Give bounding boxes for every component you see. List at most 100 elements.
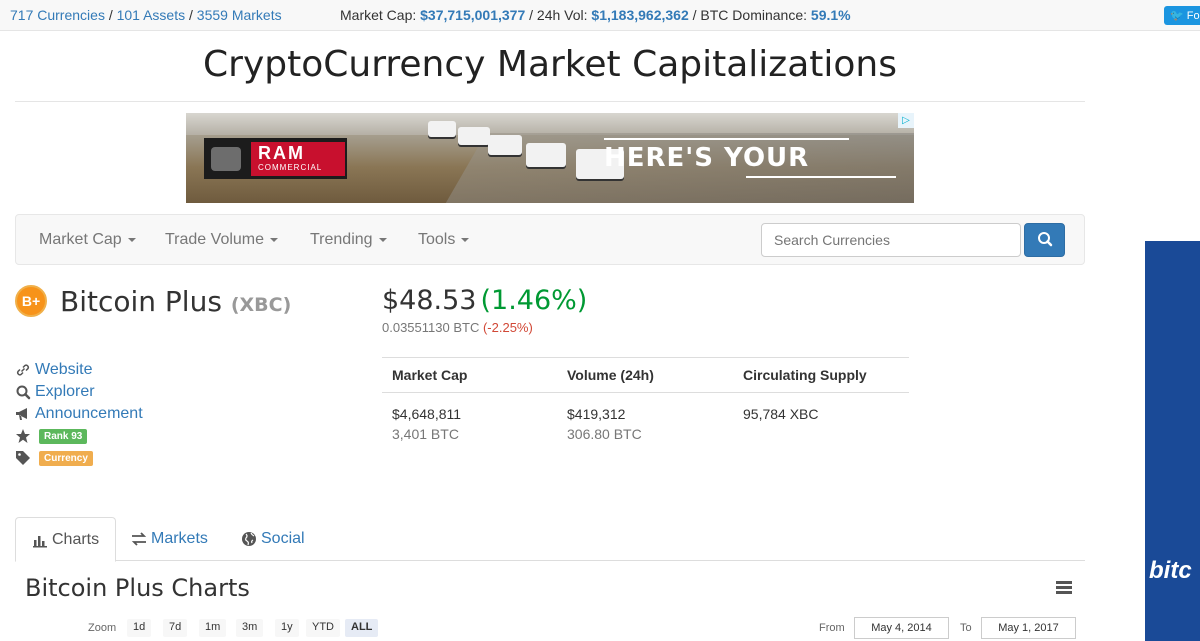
- explorer-row: Explorer: [15, 381, 143, 403]
- side-ad-logo: bitc: [1149, 557, 1192, 584]
- separator: /: [529, 7, 534, 23]
- supply-cell: 95,784 XBC: [733, 397, 909, 442]
- to-label: To: [960, 622, 972, 634]
- search-input[interactable]: [761, 223, 1021, 257]
- ad-headline: HERE'S YOUR: [604, 143, 810, 173]
- circulating-supply: 95,784 XBC: [743, 406, 819, 422]
- market-cap-usd: $4,648,811: [392, 406, 462, 422]
- zoom-label: Zoom: [88, 622, 117, 634]
- volume-label: 24h Vol:: [536, 7, 588, 23]
- coin-name: Bitcoin Plus (XBC): [60, 285, 292, 318]
- coin-stats-table: Market Cap Volume (24h) Circulating Supp…: [382, 357, 909, 442]
- twitter-follow-label: Fo: [1186, 10, 1200, 22]
- volume-btc: 306.80 BTC: [567, 426, 642, 442]
- header-supply: Circulating Supply: [743, 367, 867, 383]
- separator: /: [692, 7, 697, 23]
- nav-market-cap[interactable]: Market Cap: [39, 231, 136, 249]
- assets-link[interactable]: 101 Assets: [117, 7, 186, 23]
- caret-down-icon: [461, 237, 470, 242]
- caret-down-icon: [127, 237, 136, 242]
- currencies-link[interactable]: 717 Currencies: [10, 7, 105, 23]
- main-navbar: Market Cap Trade Volume Trending Tools: [15, 214, 1085, 265]
- ad-truck: [488, 135, 522, 155]
- star-icon: [16, 429, 30, 443]
- search-icon: [1038, 232, 1053, 247]
- exchange-icon: [131, 532, 147, 546]
- from-label: From: [819, 622, 845, 634]
- tab-social[interactable]: Social: [225, 517, 321, 561]
- ad-truck: [526, 143, 566, 167]
- twitter-follow-button[interactable]: 🐦 Fo: [1164, 6, 1200, 25]
- caret-down-icon: [378, 237, 387, 242]
- volume-value: $1,183,962,362: [591, 7, 689, 23]
- volume-usd: $419,312: [567, 406, 626, 422]
- dominance-value: 59.1%: [810, 7, 851, 23]
- zoom-1d-button[interactable]: 1d: [127, 619, 152, 637]
- side-advertisement[interactable]: bitc: [1145, 241, 1200, 641]
- coin-symbol: (XBC): [230, 294, 292, 316]
- market-cap-label: Market Cap:: [340, 7, 417, 23]
- rank-row: Rank 93: [15, 425, 143, 447]
- globe-icon: [242, 532, 256, 546]
- price-usd: $48.53: [382, 285, 477, 316]
- global-stats-bar: 717 Currencies / 101 Assets / 3559 Marke…: [0, 0, 1200, 31]
- zoom-7d-button[interactable]: 7d: [163, 619, 188, 637]
- type-badge: Currency: [39, 450, 93, 466]
- coin-logo: B+: [15, 285, 47, 317]
- bar-chart-icon: [33, 535, 47, 547]
- separator: /: [108, 7, 113, 23]
- tab-markets[interactable]: Markets: [115, 517, 224, 561]
- type-row: Currency: [15, 447, 143, 469]
- nav-trending[interactable]: Trending: [310, 231, 387, 249]
- website-row: Website: [15, 359, 143, 381]
- chart-menu-button[interactable]: [1056, 581, 1072, 596]
- website-link[interactable]: Website: [35, 361, 93, 379]
- header-market-cap: Market Cap: [392, 367, 468, 383]
- ram-logo: RAM COMMERCIAL: [204, 138, 347, 179]
- zoom-all-button[interactable]: ALL: [345, 619, 379, 637]
- to-date-input[interactable]: May 1, 2017: [981, 617, 1076, 639]
- nav-trade-volume[interactable]: Trade Volume: [165, 231, 279, 249]
- header-volume: Volume (24h): [567, 367, 654, 383]
- price-change: (1.46%): [480, 285, 588, 316]
- tag-icon: [16, 451, 30, 465]
- dominance-label: BTC Dominance:: [700, 7, 808, 23]
- global-market-stats: Market Cap: $37,715,001,377 / 24h Vol: $…: [340, 7, 851, 23]
- advertisement-banner[interactable]: RAM COMMERCIAL HERE'S YOUR ▷: [186, 113, 914, 203]
- zoom-1y-button[interactable]: 1y: [275, 619, 299, 637]
- market-cap-cell: $4,648,811 3,401 BTC: [382, 397, 557, 442]
- nav-tools[interactable]: Tools: [418, 231, 470, 249]
- site-title[interactable]: CryptoCurrency Market Capitalizations: [0, 44, 1100, 85]
- markets-link[interactable]: 3559 Markets: [197, 7, 282, 23]
- zoom-ytd-button[interactable]: YTD: [306, 619, 340, 637]
- ad-truck: [458, 127, 490, 145]
- search-icon: [16, 385, 31, 400]
- btc-change: (-2.25%): [482, 320, 533, 335]
- zoom-1m-button[interactable]: 1m: [199, 619, 227, 637]
- explorer-link[interactable]: Explorer: [35, 383, 95, 401]
- caret-down-icon: [270, 237, 279, 242]
- market-cap-btc: 3,401 BTC: [392, 426, 459, 442]
- from-date-input[interactable]: May 4, 2014: [854, 617, 949, 639]
- ram-head-icon: [211, 147, 241, 171]
- global-counts: 717 Currencies / 101 Assets / 3559 Marke…: [10, 7, 282, 23]
- market-cap-value: $37,715,001,377: [420, 7, 526, 23]
- stats-header-row: Market Cap Volume (24h) Circulating Supp…: [382, 357, 909, 393]
- bullhorn-icon: [16, 408, 27, 420]
- adchoices-icon[interactable]: ▷: [898, 113, 914, 128]
- separator: /: [189, 7, 193, 23]
- detail-tabs: Charts Markets Social: [15, 517, 1085, 562]
- btc-price: 0.03551130 BTC (-2.25%): [382, 320, 533, 335]
- stats-body-row: $4,648,811 3,401 BTC $419,312 306.80 BTC…: [382, 393, 909, 442]
- coin-links: Website Explorer Announcement Rank 93 Cu…: [15, 359, 143, 469]
- coin-price: $48.53 (1.46%): [382, 285, 587, 316]
- announcement-link[interactable]: Announcement: [35, 405, 143, 423]
- zoom-3m-button[interactable]: 3m: [236, 619, 264, 637]
- volume-cell: $419,312 306.80 BTC: [557, 397, 733, 442]
- ad-truck: [428, 121, 456, 137]
- rank-badge: Rank 93: [39, 428, 88, 444]
- tab-charts[interactable]: Charts: [15, 517, 117, 562]
- search-button[interactable]: [1024, 223, 1065, 257]
- announcement-row: Announcement: [15, 403, 143, 425]
- twitter-icon: 🐦: [1170, 10, 1184, 22]
